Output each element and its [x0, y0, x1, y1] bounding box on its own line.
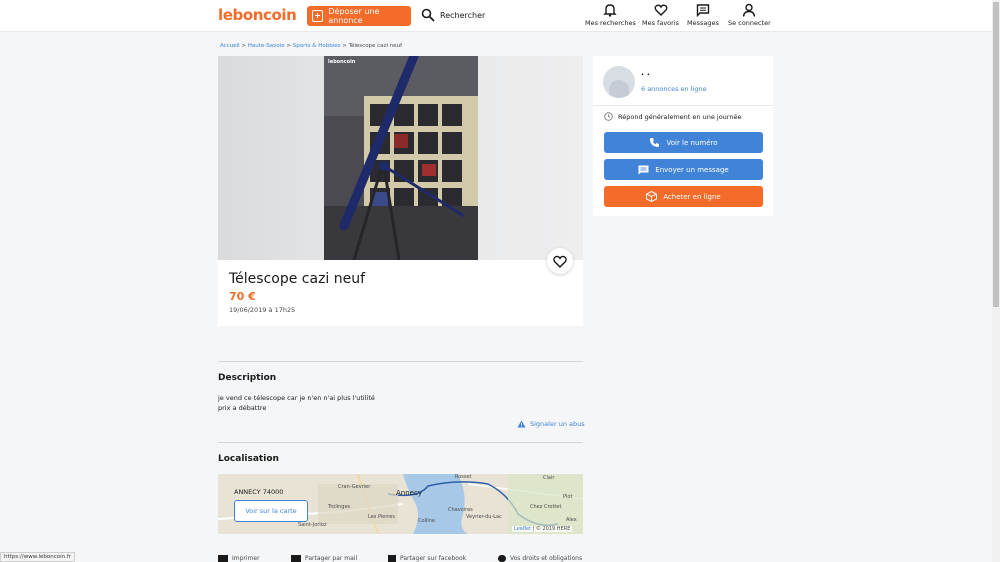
map-label: Les Pierres — [368, 514, 395, 520]
nav-messages-label: Messages — [687, 19, 719, 27]
map-label: Rosset — [455, 474, 472, 480]
section-divider — [218, 361, 583, 362]
show-number-button[interactable]: Voir le numéro — [604, 132, 763, 153]
seller-name[interactable]: · · — [641, 70, 650, 79]
response-time: Répond généralement en une journée — [604, 112, 741, 121]
breadcrumb-separator: > — [241, 43, 246, 49]
chat-icon — [638, 165, 649, 174]
map-label: Veyrier-du-Lac — [466, 514, 502, 520]
response-time-label: Répond généralement en une journée — [618, 112, 742, 121]
search-link[interactable]: Rechercher — [421, 8, 485, 22]
info-icon — [498, 555, 506, 562]
breadcrumb-category[interactable]: Sports & Hobbies — [293, 43, 341, 49]
nav-messages[interactable]: Messages — [687, 3, 719, 27]
map-label: Plot — [563, 494, 573, 500]
package-icon — [646, 191, 658, 202]
share-email-action[interactable]: Partager par mail — [291, 555, 357, 562]
section-divider — [218, 442, 583, 443]
breadcrumb-region[interactable]: Haute-Savoie — [248, 43, 285, 49]
location-city: ANNECY 74000 — [234, 488, 284, 496]
photo-gallery[interactable]: leboncoin — [218, 56, 583, 260]
map-label: Cran-Gevrier — [338, 484, 371, 490]
facebook-icon — [388, 555, 396, 562]
ad-title: Télescope cazi neuf — [229, 271, 366, 287]
search-icon — [421, 8, 435, 22]
nav-my-favorites[interactable]: Mes favoris — [642, 3, 679, 27]
breadcrumb-home[interactable]: Accueil — [220, 43, 240, 49]
photo-watermark: leboncoin — [328, 59, 356, 65]
description-text: je vend ce télescope car je n'en n'ai pl… — [218, 393, 375, 413]
send-message-label: Envoyer un message — [655, 165, 729, 174]
nav-login[interactable]: Se connecter — [728, 3, 771, 27]
report-abuse-label: Signaler un abus — [530, 420, 585, 428]
map-label: Trolinges — [328, 504, 351, 510]
status-bar-url: https://www.leboncoin.fr — [0, 552, 76, 562]
print-action[interactable]: Imprimer — [218, 555, 260, 562]
map-attribution: Leaflet | © 2019 HERE — [512, 526, 573, 532]
view-on-map-button[interactable]: Voir sur la carte — [234, 500, 308, 522]
breadcrumb-current: Télescope cazi neuf — [348, 43, 403, 49]
heart-outline-icon — [553, 255, 567, 268]
map-label: Clair — [543, 475, 555, 481]
share-facebook-label: Partager sur facebook — [400, 555, 467, 562]
map-copyright: | © 2019 HERE — [532, 526, 571, 532]
heart-icon — [654, 4, 668, 16]
favorite-button[interactable] — [547, 248, 573, 274]
phone-icon — [650, 138, 660, 147]
location-heading: Localisation — [218, 454, 279, 464]
user-icon — [743, 3, 756, 17]
warning-icon — [517, 420, 526, 428]
leaflet-link[interactable]: Leaflet — [514, 526, 531, 532]
report-abuse-link[interactable]: Signaler un abus — [517, 420, 585, 428]
share-facebook-action[interactable]: Partager sur facebook — [388, 555, 466, 562]
printer-icon — [218, 555, 228, 562]
map-label: Chavoires — [448, 507, 473, 513]
share-actions: Imprimer Partager par mail Partager sur … — [218, 555, 598, 562]
ad-date: 19/06/2019 à 17h25 — [229, 306, 296, 314]
top-header: leboncoin Déposer une annonce Rechercher… — [0, 0, 992, 32]
description-line: je vend ce télescope car je n'en n'ai pl… — [218, 394, 375, 402]
buy-online-label: Acheter en ligne — [663, 192, 721, 201]
description-heading: Description — [218, 373, 277, 383]
map-label: Chez Crottet — [530, 504, 562, 510]
send-message-button[interactable]: Envoyer un message — [604, 159, 763, 180]
nav-my-searches-label: Mes recherches — [585, 19, 636, 27]
scrollbar-thumb[interactable] — [993, 2, 999, 307]
ad-price: 70 € — [229, 290, 256, 303]
envelope-icon — [291, 555, 301, 562]
description-line: prix a débattre — [218, 404, 267, 412]
plus-square-icon — [312, 10, 324, 22]
show-number-label: Voir le numéro — [666, 138, 718, 147]
post-ad-label: Déposer une annonce — [328, 7, 380, 25]
nav-my-searches[interactable]: Mes recherches — [585, 3, 636, 27]
seller-ads-link[interactable]: 6 annonces en ligne — [641, 85, 707, 93]
breadcrumb: Accueil > Haute-Savoie > Sports & Hobbie… — [220, 43, 402, 49]
map-label: Annecy — [396, 489, 422, 497]
map-label: Saint-Jorioz — [298, 522, 327, 528]
share-email-label: Partager par mail — [305, 555, 358, 562]
telescope-photo-illustration — [324, 56, 478, 260]
bell-icon — [603, 4, 618, 17]
ad-photo[interactable]: leboncoin — [324, 56, 478, 260]
leboncoin-logo[interactable]: leboncoin — [218, 6, 297, 24]
print-label: Imprimer — [232, 555, 260, 562]
nav-my-favorites-label: Mes favoris — [642, 19, 680, 27]
search-label: Rechercher — [440, 10, 486, 20]
clock-icon — [604, 112, 613, 121]
buy-online-button[interactable]: Acheter en ligne — [604, 186, 763, 207]
breadcrumb-separator: > — [342, 43, 347, 49]
ad-summary-card — [218, 260, 583, 326]
seller-divider — [593, 105, 773, 106]
avatar[interactable] — [603, 66, 635, 98]
page-scrollbar[interactable] — [992, 0, 1000, 562]
rights-action[interactable]: Vos droits et obligations — [498, 555, 582, 562]
breadcrumb-separator: > — [286, 43, 292, 49]
message-icon — [696, 4, 710, 17]
map-label: Colline — [418, 518, 435, 524]
map-label: Alex — [566, 517, 577, 523]
rights-label: Vos droits et obligations — [510, 555, 583, 562]
post-ad-button[interactable]: Déposer une annonce — [307, 6, 411, 26]
nav-login-label: Se connecter — [728, 19, 771, 27]
